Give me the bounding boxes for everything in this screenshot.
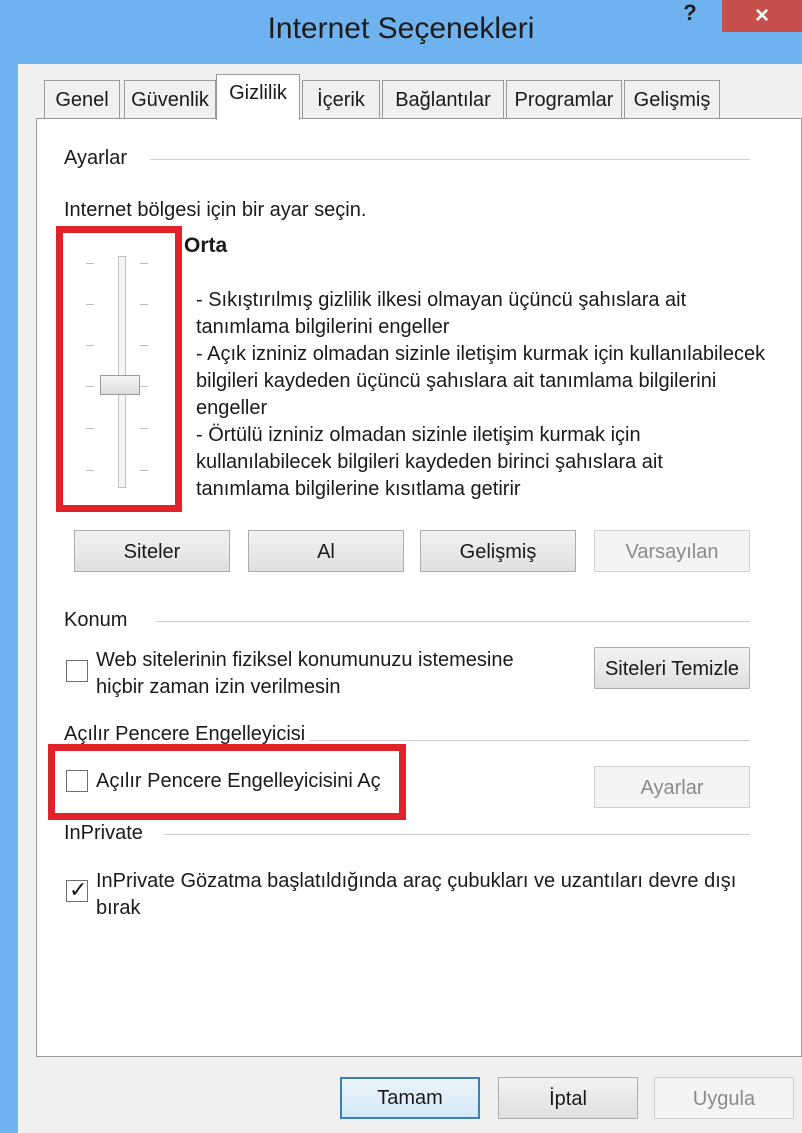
popup-separator — [310, 740, 750, 741]
import-button[interactable]: Al — [248, 530, 404, 572]
location-separator — [156, 621, 750, 622]
inprivate-separator — [164, 834, 750, 835]
description-line: tanımlama bilgilerini engeller — [196, 316, 450, 338]
close-button[interactable]: × — [722, 0, 802, 32]
tab-genel[interactable]: Genel — [44, 80, 120, 118]
description-line: - Sıkıştırılmış gizlilik ilkesi olmayan … — [196, 289, 687, 311]
inprivate-group-label: InPrivate — [64, 822, 143, 844]
default-button: Varsayılan — [594, 530, 750, 572]
tab-programlar[interactable]: Programlar — [506, 80, 622, 118]
inprivate-checkbox-label[interactable]: InPrivate Gözatma başlatıldığında araç ç… — [96, 868, 736, 922]
location-label-line: Web sitelerinin fiziksel konumunuzu iste… — [96, 649, 514, 671]
advanced-button[interactable]: Gelişmiş — [420, 530, 576, 572]
description-line: - Açık izniniz olmadan sizinle iletişim … — [196, 343, 766, 365]
description-line: - Örtülü izniniz olmadan sizinle iletişi… — [196, 424, 641, 446]
location-label-line: hiçbir zaman izin verilmesin — [96, 676, 341, 698]
window-border — [0, 0, 18, 1133]
privacy-level-name: Orta — [184, 234, 228, 257]
tab-gelismis[interactable]: Gelişmiş — [624, 80, 720, 118]
sites-button[interactable]: Siteler — [74, 530, 230, 572]
clear-sites-button[interactable]: Siteleri Temizle — [594, 647, 750, 689]
description-line: tanımlama bilgilerine kısıtlama getirir — [196, 478, 521, 500]
popup-group-label: Açılır Pencere Engelleyicisi — [64, 723, 306, 745]
apply-button: Uygula — [654, 1077, 794, 1119]
description-line: kullanılabilecek bilgileri kaydeden biri… — [196, 451, 663, 473]
privacy-level-description: - Sıkıştırılmış gizlilik ilkesi olmayan … — [196, 287, 765, 503]
ok-button[interactable]: Tamam — [340, 1077, 480, 1119]
inprivate-checkbox[interactable]: ✓ — [66, 877, 88, 902]
popup-settings-button: Ayarlar — [594, 766, 750, 808]
help-button[interactable]: ? — [672, 0, 708, 26]
settings-group-label: Ayarlar — [64, 147, 127, 169]
cancel-button[interactable]: İptal — [498, 1077, 638, 1119]
popup-highlight-box — [48, 744, 406, 820]
settings-separator — [150, 159, 750, 160]
description-line: engeller — [196, 397, 268, 419]
inprivate-label-line: InPrivate Gözatma başlatıldığında araç ç… — [96, 870, 737, 892]
tab-gizlilik[interactable]: Gizlilik — [216, 74, 300, 120]
checkmark-icon: ✓ — [69, 877, 88, 902]
tab-guvenlik[interactable]: Güvenlik — [124, 80, 216, 118]
location-group-label: Konum — [64, 609, 128, 631]
zone-instruction: Internet bölgesi için bir ayar seçin. — [64, 199, 367, 221]
tab-baglantilar[interactable]: Bağlantılar — [382, 80, 504, 118]
dialog-window: Internet Seçenekleri ? × Genel Güvenlik … — [0, 0, 802, 1133]
slider-highlight-box — [56, 226, 182, 512]
inprivate-label-line: bırak — [96, 897, 141, 919]
tab-icerik[interactable]: İçerik — [302, 80, 380, 118]
description-line: bilgileri kaydeden üçüncü şahıslara ait … — [196, 370, 717, 392]
location-checkbox-label[interactable]: Web sitelerinin fiziksel konumunuzu iste… — [96, 647, 514, 701]
location-checkbox[interactable] — [66, 660, 88, 682]
